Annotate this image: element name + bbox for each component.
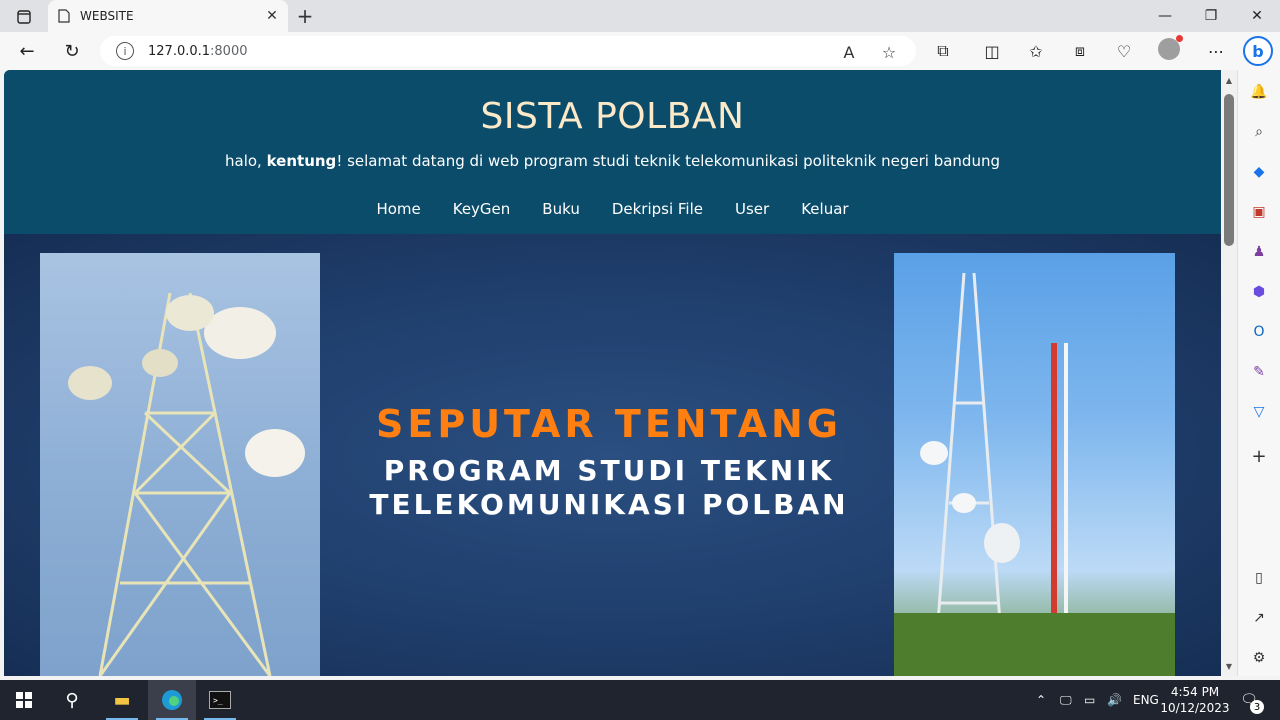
greeting-text: halo, kentung! selamat datang di web pro… [225,152,1000,170]
close-window-button[interactable]: ✕ [1234,0,1280,32]
tab-actions-button[interactable] [10,6,38,28]
nav-dekripsi-file[interactable]: Dekripsi File [612,200,703,218]
open-external-icon[interactable]: ↗ [1247,606,1271,630]
edge-sidebar: 🔔 ⌕ ◆ ▣ ♟ ⬢ O ✎ ▽ + ▯ ↗ ⚙ [1237,70,1280,676]
close-tab-icon[interactable]: ✕ [262,6,282,26]
nav-home[interactable]: Home [376,200,420,218]
notifications-bell-icon[interactable]: 🔔 [1247,80,1271,104]
page-icon [58,9,70,23]
language-indicator[interactable]: ENG [1133,680,1159,720]
split-screen-icon[interactable]: ◫ [980,39,1004,63]
new-tab-button[interactable]: + [294,4,316,28]
more-menu-icon[interactable]: ⋯ [1204,39,1228,63]
designer-icon[interactable]: ✎ [1247,360,1271,384]
favorites-icon[interactable]: ✩ [1024,39,1048,63]
hero-subtitle-line-1: PROGRAM STUDI TEKNIK [383,454,835,487]
shopping-tag-icon[interactable]: ◆ [1247,160,1271,184]
page-scrollbar[interactable]: ▲ ▼ [1221,70,1237,676]
taskbar-search-icon[interactable]: ⚲ [48,680,96,720]
browser-essentials-icon[interactable]: ♡ [1112,39,1136,63]
page-viewport: SISTA POLBAN halo, kentung! selamat data… [4,70,1221,676]
copilot-icon[interactable]: b [1243,36,1273,66]
scroll-up-icon[interactable]: ▲ [1224,76,1234,86]
site-title: SISTA POLBAN [480,96,745,137]
tab-actions-icon [17,10,31,24]
tower-photo-right [894,253,1175,676]
address-bar[interactable]: i 127.0.0.1:8000 A ☆ [100,36,916,66]
search-icon[interactable]: ⌕ [1247,120,1271,144]
edge-browser-icon[interactable] [148,680,196,720]
windows-taskbar: ⚲ ▬ >_ ⌃ 🖵 ▭ 🔊 ENG 4:54 PM 10/12/2023 🗨 3 [0,680,1280,720]
sidebar-settings-gear-icon[interactable]: ⚙ [1247,646,1271,670]
battery-icon[interactable]: ▭ [1084,680,1095,720]
taskbar-clock[interactable]: 4:54 PM 10/12/2023 [1160,684,1230,716]
nav-user[interactable]: User [735,200,769,218]
url-text: 127.0.0.1:8000 [148,43,248,59]
nav-keluar[interactable]: Keluar [801,200,848,218]
refresh-button[interactable]: ↻ [58,37,86,65]
browser-toolbar: ← ↻ i 127.0.0.1:8000 A ☆ ⧉ ◫ ✩ ⧈ ♡ ⋯ [0,32,1280,70]
username: kentung [266,152,337,170]
back-button[interactable]: ← [13,37,41,65]
tab-bar: WEBSITE ✕ + — ❐ ✕ [0,0,1280,32]
hero-headline: SEPUTAR TENTANG [376,402,842,446]
drop-icon[interactable]: ▽ [1247,400,1271,424]
show-hidden-icons-icon[interactable]: ⌃ [1036,680,1046,720]
scroll-thumb[interactable] [1224,94,1234,246]
hide-sidebar-icon[interactable]: ▯ [1247,566,1271,590]
clock-date: 10/12/2023 [1160,701,1230,715]
extensions-icon[interactable]: ⧉ [931,39,955,63]
restore-button[interactable]: ❐ [1188,0,1234,32]
hero-subtitle-line-2: TELEKOMUNIKASI POLBAN [369,488,849,521]
profile-avatar[interactable] [1158,35,1183,60]
start-windows-icon[interactable] [0,680,48,720]
tab-website[interactable]: WEBSITE ✕ [48,0,288,32]
site-nav: Home KeyGen Buku Dekripsi File User Kelu… [4,200,1221,218]
read-aloud-icon[interactable]: A [838,41,860,63]
network-icon[interactable]: 🖵 [1060,680,1072,720]
outlook-icon[interactable]: O [1247,320,1271,344]
notification-count-badge: 3 [1250,700,1264,714]
file-explorer-icon[interactable]: ▬ [98,680,146,720]
microsoft-365-icon[interactable]: ⬢ [1247,280,1271,304]
notification-center-icon[interactable]: 🗨 3 [1236,688,1264,714]
games-icon[interactable]: ♟ [1247,240,1271,264]
terminal-icon[interactable]: >_ [196,680,244,720]
favorite-star-icon[interactable]: ☆ [878,41,900,63]
tools-briefcase-icon[interactable]: ▣ [1247,200,1271,224]
minimize-button[interactable]: — [1142,0,1188,32]
tab-title: WEBSITE [80,9,134,23]
hero-banner: SEPUTAR TENTANG PROGRAM STUDI TEKNIK TEL… [4,234,1221,676]
site-header: SISTA POLBAN halo, kentung! selamat data… [4,70,1221,234]
scroll-down-icon[interactable]: ▼ [1224,662,1234,672]
clock-time: 4:54 PM [1170,685,1220,699]
svg-text:>_: >_ [213,696,223,705]
nav-buku[interactable]: Buku [542,200,580,218]
volume-icon[interactable]: 🔊 [1107,680,1122,720]
nav-keygen[interactable]: KeyGen [453,200,511,218]
site-info-icon[interactable]: i [116,42,134,60]
collections-icon[interactable]: ⧈ [1068,39,1092,63]
add-sidebar-app-icon[interactable]: + [1247,444,1271,468]
tower-photo-left [40,253,320,676]
